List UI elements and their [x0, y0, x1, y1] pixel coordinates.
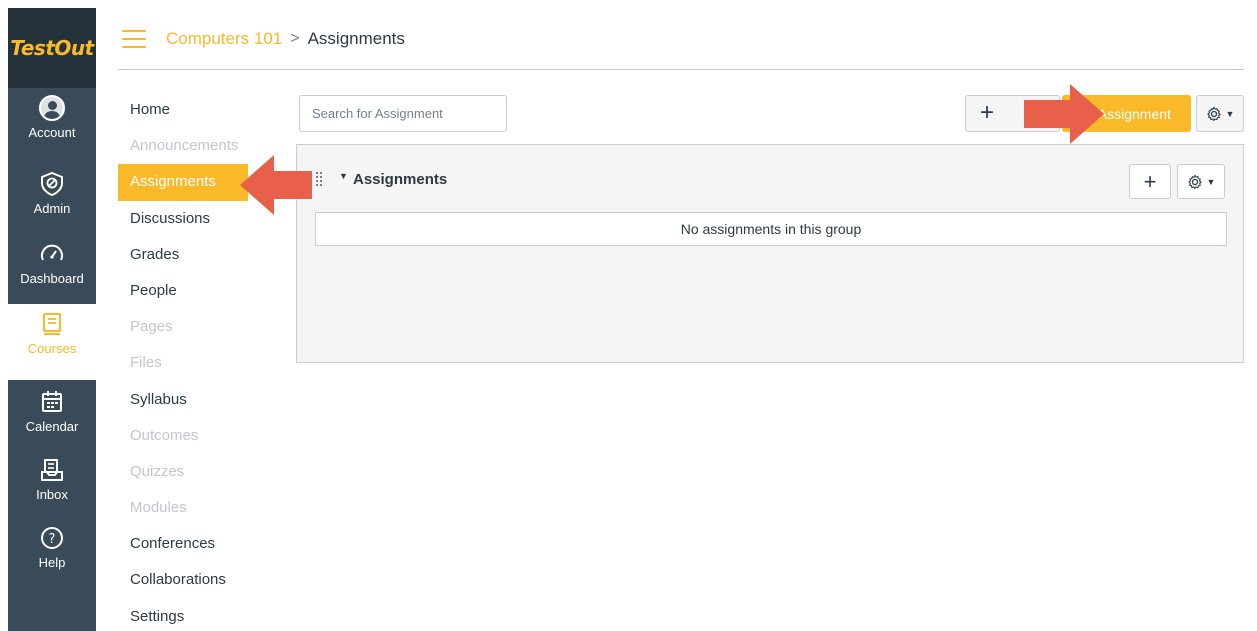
course-nav-assignments[interactable]: Assignments	[118, 164, 248, 201]
course-nav-files[interactable]: Files	[118, 345, 278, 381]
plus-icon: +	[1143, 168, 1157, 194]
add-assignment-to-group-button[interactable]: +	[1129, 164, 1171, 199]
course-nav-settings[interactable]: Settings	[118, 599, 278, 631]
global-nav-label: Dashboard	[20, 271, 84, 286]
breadcrumb: Computers 101 > Assignments	[166, 29, 405, 49]
global-nav: TestOut Account Admin Dashboard Courses …	[8, 8, 96, 631]
caret-down-icon: ▼	[1206, 176, 1216, 187]
global-nav-inbox[interactable]: Inbox	[8, 450, 96, 518]
global-nav-label: Courses	[27, 341, 77, 356]
logo-text: TestOut	[10, 36, 94, 60]
course-nav-home[interactable]: Home	[118, 92, 278, 128]
testout-logo[interactable]: TestOut	[8, 8, 96, 88]
gear-icon	[1206, 106, 1221, 121]
assignment-group: ▼ Assignments + ▼ No assignments in this…	[296, 144, 1244, 363]
gear-icon	[1187, 174, 1202, 189]
course-nav-collaborations[interactable]: Collaborations	[118, 562, 278, 598]
callout-arrow-add-assignment	[1024, 84, 1104, 144]
global-nav-calendar[interactable]: Calendar	[8, 382, 96, 450]
global-nav-admin[interactable]: Admin	[8, 164, 96, 232]
plus-icon: +	[980, 99, 995, 126]
breadcrumb-course-link[interactable]: Computers 101	[166, 29, 282, 49]
course-nav-conferences[interactable]: Conferences	[118, 526, 278, 562]
global-nav-label: Admin	[33, 201, 71, 216]
global-nav-courses[interactable]: Courses	[8, 304, 96, 380]
account-avatar-icon	[38, 94, 66, 122]
group-settings-button[interactable]: ▼	[1177, 164, 1225, 199]
global-nav-dashboard[interactable]: Dashboard	[8, 234, 96, 302]
svg-text:?: ?	[49, 532, 56, 547]
global-nav-label: Help	[38, 555, 66, 570]
assignment-group-title[interactable]: Assignments	[353, 171, 447, 188]
page-header: Computers 101 > Assignments	[118, 8, 1244, 70]
global-nav-help[interactable]: ? Help	[8, 518, 96, 586]
breadcrumb-separator: >	[290, 29, 300, 47]
global-nav-account[interactable]: Account	[8, 88, 96, 156]
calendar-icon	[38, 388, 66, 416]
settings-menu-button[interactable]: ▼	[1196, 95, 1244, 132]
book-icon	[38, 310, 66, 338]
drag-handle-icon[interactable]	[316, 172, 326, 186]
speedometer-icon	[38, 240, 66, 268]
course-nav-syllabus[interactable]: Syllabus	[118, 382, 278, 418]
breadcrumb-current: Assignments	[307, 28, 405, 48]
global-nav-label: Inbox	[36, 487, 68, 502]
global-nav-label: Calendar	[25, 419, 79, 434]
shield-icon	[38, 170, 66, 198]
course-nav-pages[interactable]: Pages	[118, 309, 278, 345]
empty-group-message: No assignments in this group	[315, 212, 1227, 246]
search-assignment-input[interactable]	[299, 95, 507, 132]
help-icon: ?	[38, 524, 66, 552]
assignment-group-header: ▼ Assignments + ▼	[297, 145, 1243, 213]
collapse-toggle-icon[interactable]: ▼	[339, 171, 348, 181]
hamburger-menu-icon[interactable]	[122, 29, 146, 48]
course-nav-grades[interactable]: Grades	[118, 237, 278, 273]
course-nav-quizzes[interactable]: Quizzes	[118, 454, 278, 490]
caret-down-icon: ▼	[1225, 108, 1235, 119]
callout-arrow-assignments-nav	[240, 155, 312, 215]
course-nav-people[interactable]: People	[118, 273, 278, 309]
course-nav-modules[interactable]: Modules	[118, 490, 278, 526]
add-assignment-label: Assignment	[1097, 105, 1171, 122]
global-nav-label: Account	[28, 125, 76, 140]
course-nav-outcomes[interactable]: Outcomes	[118, 418, 278, 454]
inbox-icon	[38, 456, 66, 484]
